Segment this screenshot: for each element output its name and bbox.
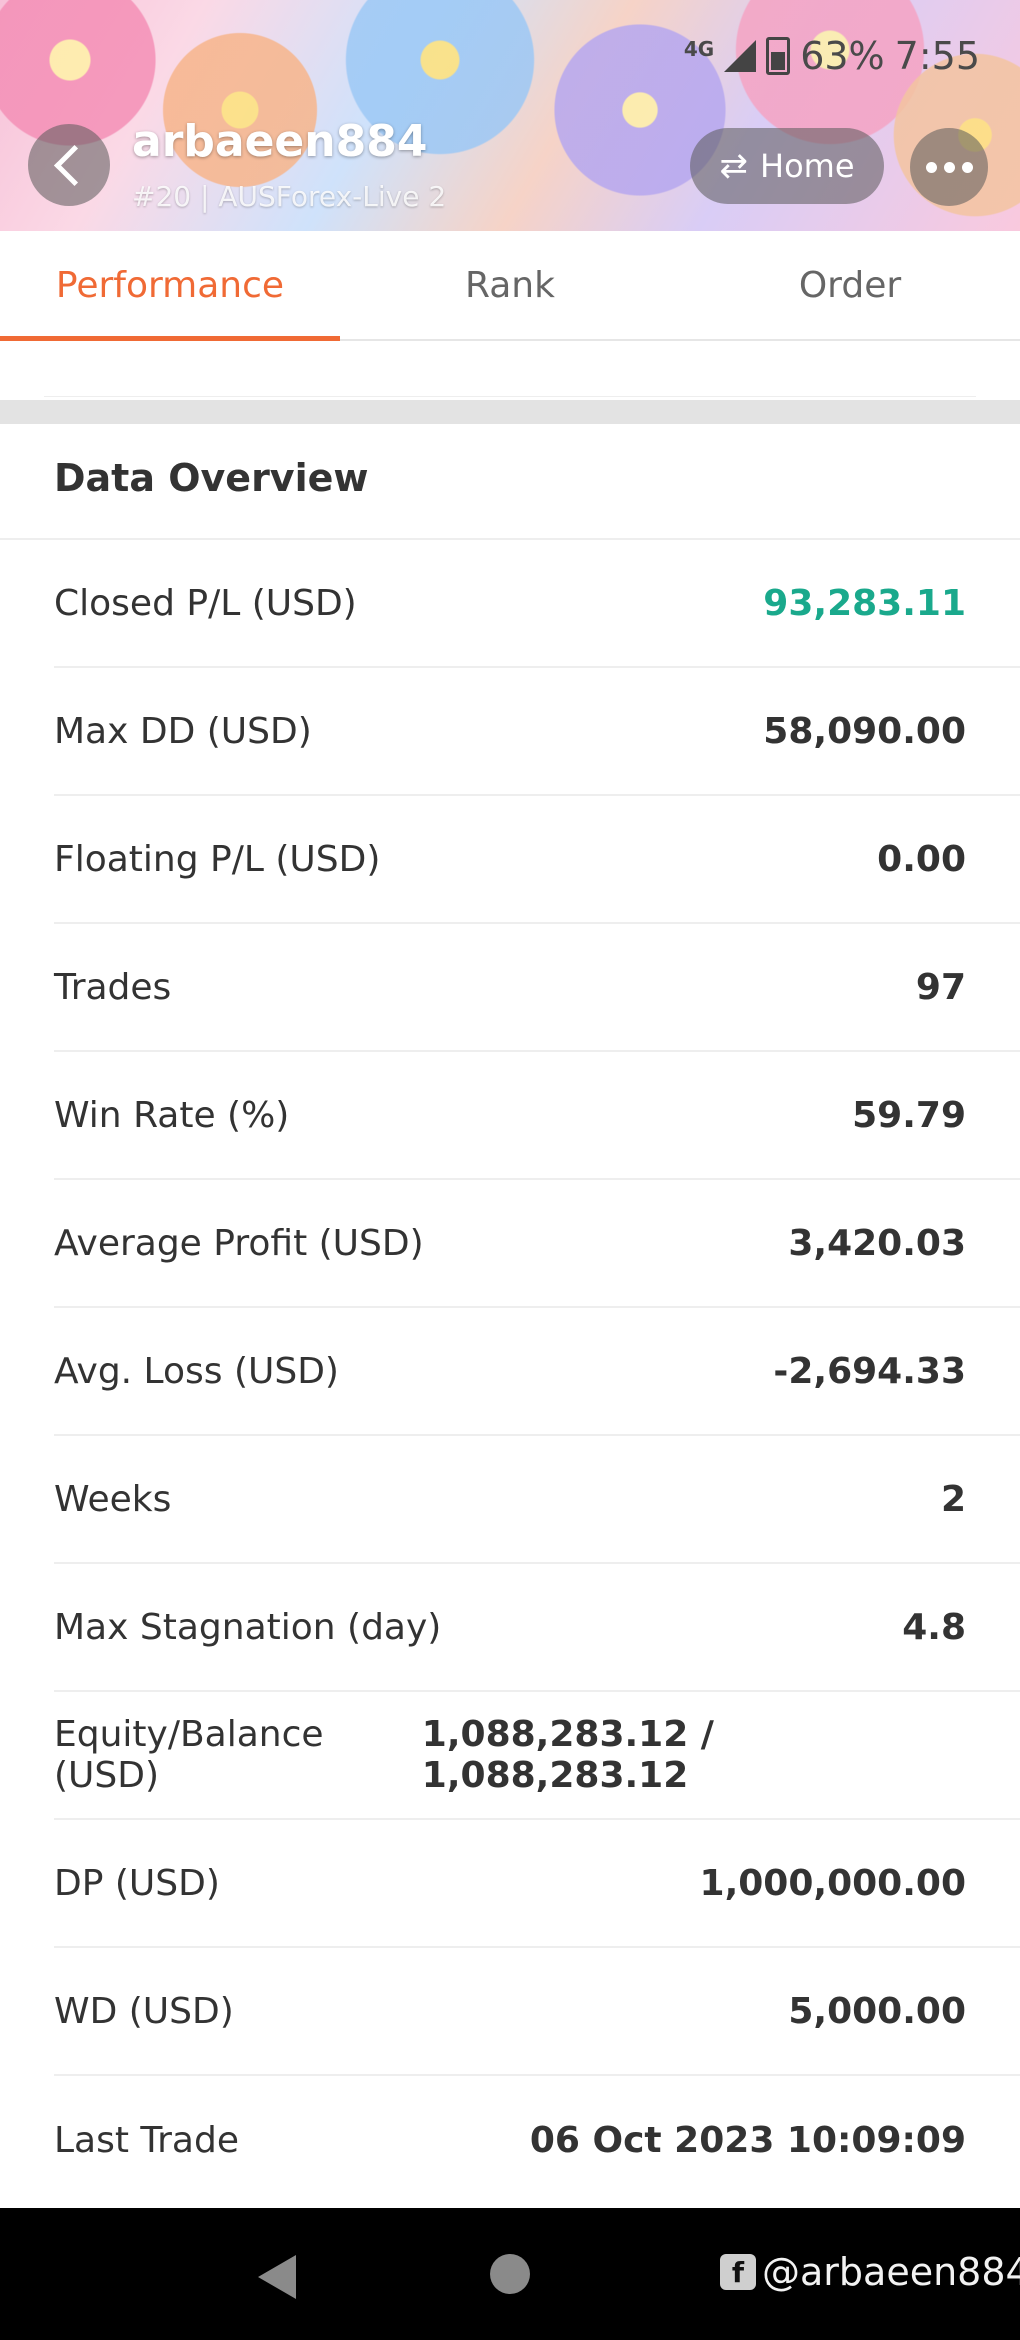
more-options-button[interactable] (910, 128, 988, 206)
account-subtitle: #20 | AUSForex-Live 2 (132, 180, 447, 213)
row-label: Max Stagnation (day) (54, 1606, 442, 1648)
list-item: WD (USD) 5,000.00 (54, 1948, 1020, 2076)
network-type: 4G (683, 37, 715, 61)
watermark: f @arbaeen884 (720, 2250, 1020, 2294)
list-item: Equity/Balance (USD) 1,088,283.12 / 1,088… (54, 1692, 1020, 1820)
row-label: DP (USD) (54, 1862, 220, 1904)
section-gap (0, 400, 1020, 424)
chevron-left-icon (53, 144, 95, 186)
row-value: 4.8 (902, 1606, 966, 1648)
tab-order[interactable]: Order (680, 231, 1020, 339)
list-item: Win Rate (%) 59.79 (54, 1052, 1020, 1180)
row-label: Floating P/L (USD) (54, 838, 381, 880)
row-label: Weeks (54, 1478, 172, 1520)
row-value: 1,088,283.12 / 1,088,283.12 (421, 1714, 714, 1796)
list-item: Floating P/L (USD) 0.00 (54, 796, 1020, 924)
swap-arrows-icon: ⇄ (719, 146, 749, 186)
list-item: DP (USD) 1,000,000.00 (54, 1820, 1020, 1948)
row-label: Last Trade (54, 2119, 239, 2161)
list-item: Trades 97 (54, 924, 1020, 1052)
home-button-label: Home (760, 147, 855, 185)
home-button[interactable]: ⇄ Home (690, 128, 884, 204)
row-value: 0.00 (877, 838, 966, 880)
row-label: Win Rate (%) (54, 1094, 290, 1136)
watermark-text: @arbaeen884 (762, 2250, 1020, 2294)
row-value: -2,694.33 (773, 1350, 966, 1392)
list-item: Avg. Loss (USD) -2,694.33 (54, 1308, 1020, 1436)
tab-rank[interactable]: Rank (340, 231, 680, 339)
row-value: 59.79 (852, 1094, 966, 1136)
list-item: Last Trade 06 Oct 2023 10:09:09 (54, 2076, 1020, 2204)
row-value: 58,090.00 (763, 710, 966, 752)
tab-performance[interactable]: Performance (0, 231, 340, 341)
list-item: Max Stagnation (day) 4.8 (54, 1564, 1020, 1692)
signal-icon (724, 40, 757, 72)
battery-icon (766, 37, 791, 75)
row-label: Average Profit (USD) (54, 1222, 424, 1264)
account-name: arbaeen884 (132, 116, 428, 167)
row-value: 97 (915, 966, 966, 1008)
row-value: 3,420.03 (788, 1222, 966, 1264)
row-label: WD (USD) (54, 1990, 234, 2032)
battery-percent: 63% (800, 34, 885, 78)
section-title: Data Overview (54, 456, 369, 500)
list-item: Max DD (USD) 58,090.00 (54, 668, 1020, 796)
row-label: Trades (54, 966, 172, 1008)
flower-decoration (150, 20, 330, 200)
list-item: Closed P/L (USD) 93,283.11 (54, 540, 1020, 668)
row-label: Max DD (USD) (54, 710, 312, 752)
row-value: 5,000.00 (788, 1990, 966, 2032)
row-label: Avg. Loss (USD) (54, 1350, 339, 1392)
divider (44, 396, 976, 397)
nav-home-icon[interactable] (490, 2254, 530, 2294)
more-dots-icon (925, 161, 937, 173)
profile-header: 4G 63% 7:55 arbaeen884 #20 | AUSForex-Li… (0, 0, 1020, 231)
tab-bar: Performance Rank Order (0, 231, 1020, 341)
nav-back-icon[interactable] (258, 2255, 296, 2299)
clock: 7:55 (894, 34, 980, 78)
row-label: Equity/Balance (USD) (54, 1714, 324, 1796)
back-button[interactable] (28, 124, 110, 206)
row-value: 93,283.11 (763, 582, 966, 624)
facebook-icon: f (720, 2254, 756, 2290)
row-value: 06 Oct 2023 10:09:09 (529, 2119, 966, 2161)
row-value: 1,000,000.00 (699, 1862, 966, 1904)
system-nav-bar: f @arbaeen884 (0, 2208, 1020, 2340)
list-item: Average Profit (USD) 3,420.03 (54, 1180, 1020, 1308)
row-label: Closed P/L (USD) (54, 582, 357, 624)
status-bar: 4G 63% 7:55 (684, 34, 980, 78)
list-item: Weeks 2 (54, 1436, 1020, 1564)
overview-list: Closed P/L (USD) 93,283.11 Max DD (USD) 58… (0, 540, 1020, 2204)
row-value: 2 (940, 1478, 966, 1520)
